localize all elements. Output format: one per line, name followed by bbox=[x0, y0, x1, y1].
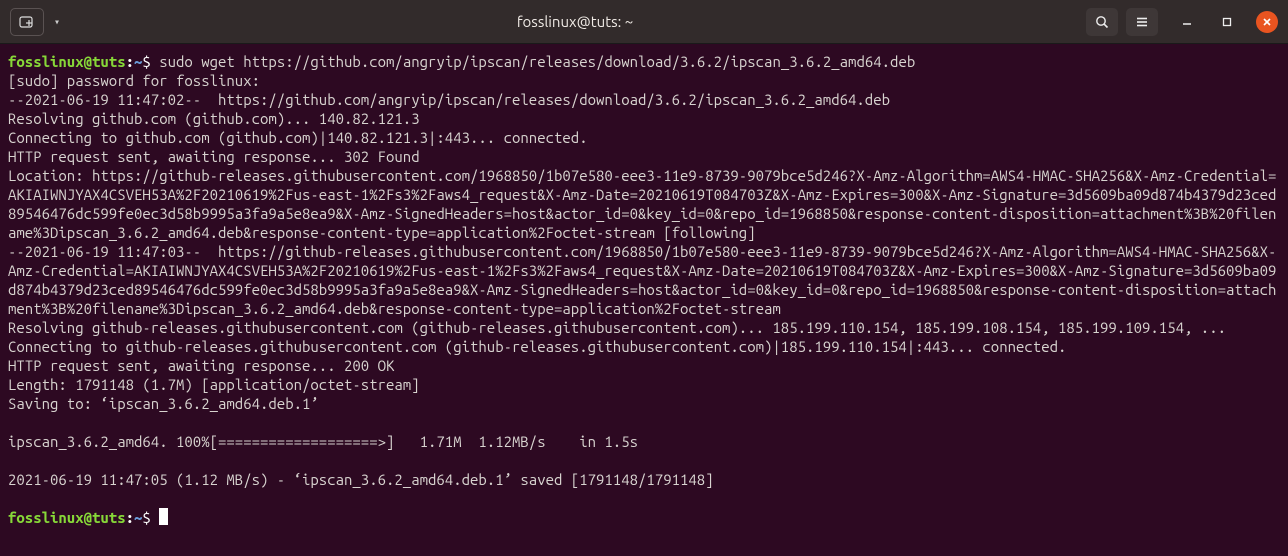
output-line: --2021-06-19 11:47:02-- https://github.c… bbox=[8, 91, 890, 108]
chevron-down-icon[interactable]: ▾ bbox=[50, 12, 64, 31]
output-line: Resolving github.com (github.com)... 140… bbox=[8, 110, 420, 127]
output-line: ipscan_3.6.2_amd64. 100%[===============… bbox=[8, 433, 638, 450]
prompt-line-2: fosslinux@tuts:~$ bbox=[8, 509, 168, 526]
window-title: fosslinux@tuts: ~ bbox=[64, 12, 1086, 31]
titlebar-left: ▾ bbox=[10, 8, 64, 36]
prompt-symbol: $ bbox=[142, 509, 150, 526]
output-line: Length: 1791148 (1.7M) [application/octe… bbox=[8, 376, 420, 393]
output-line: Location: https://github-releases.github… bbox=[8, 167, 1276, 241]
maximize-button[interactable] bbox=[1216, 11, 1238, 33]
prompt-separator: : bbox=[126, 53, 134, 70]
output-line: HTTP request sent, awaiting response... … bbox=[8, 148, 420, 165]
minimize-button[interactable] bbox=[1176, 11, 1198, 33]
hamburger-icon bbox=[1135, 15, 1149, 29]
prompt-symbol: $ bbox=[142, 53, 150, 70]
search-icon bbox=[1095, 15, 1109, 29]
close-icon bbox=[1262, 17, 1272, 27]
prompt-line-1: fosslinux@tuts:~$ sudo wget https://gith… bbox=[8, 53, 915, 70]
titlebar: ▾ fosslinux@tuts: ~ bbox=[0, 0, 1288, 44]
titlebar-right bbox=[1086, 8, 1278, 36]
output-line: 2021-06-19 11:47:05 (1.12 MB/s) - ‘ipsca… bbox=[8, 471, 714, 488]
prompt-separator: : bbox=[126, 509, 134, 526]
new-tab-icon bbox=[19, 15, 35, 29]
terminal-area[interactable]: fosslinux@tuts:~$ sudo wget https://gith… bbox=[0, 44, 1288, 535]
output-line: Resolving github-releases.githubusercont… bbox=[8, 319, 1226, 336]
prompt-user-host: fosslinux@tuts bbox=[8, 53, 126, 70]
maximize-icon bbox=[1222, 17, 1232, 27]
cursor bbox=[159, 508, 168, 525]
command-text: sudo wget https://github.com/angryip/ips… bbox=[159, 53, 915, 70]
output-line: [sudo] password for fosslinux: bbox=[8, 72, 260, 89]
minimize-icon bbox=[1182, 17, 1192, 27]
output-line: Saving to: ‘ipscan_3.6.2_amd64.deb.1’ bbox=[8, 395, 319, 412]
close-button[interactable] bbox=[1256, 11, 1278, 33]
new-tab-button[interactable] bbox=[10, 8, 44, 36]
output-line: --2021-06-19 11:47:03-- https://github-r… bbox=[8, 243, 1276, 317]
prompt-user-host: fosslinux@tuts bbox=[8, 509, 126, 526]
output-line: Connecting to github-releases.githubuser… bbox=[8, 338, 1066, 355]
search-button[interactable] bbox=[1086, 8, 1118, 36]
menu-button[interactable] bbox=[1126, 8, 1158, 36]
output-line: Connecting to github.com (github.com)|14… bbox=[8, 129, 588, 146]
output-line: HTTP request sent, awaiting response... … bbox=[8, 357, 394, 374]
